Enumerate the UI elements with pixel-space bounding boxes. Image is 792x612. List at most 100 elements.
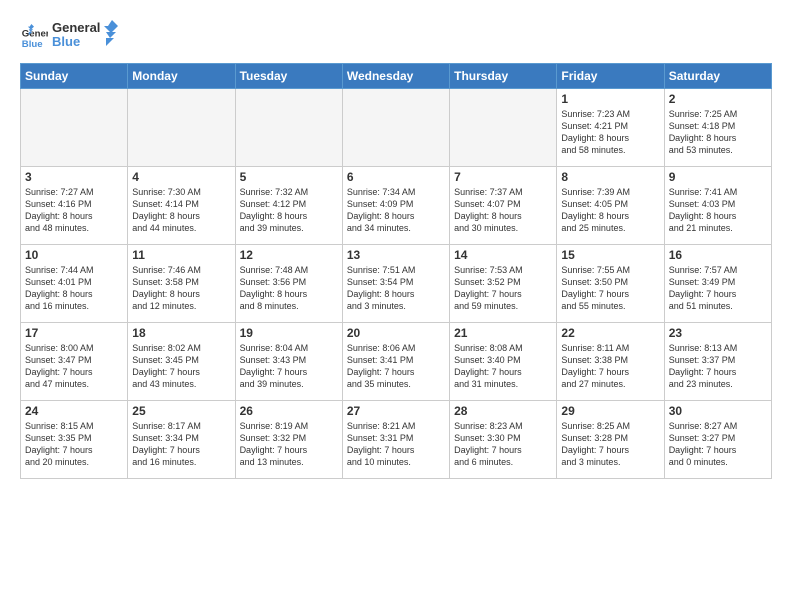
day-number: 17 <box>25 326 123 340</box>
calendar-cell: 6Sunrise: 7:34 AM Sunset: 4:09 PM Daylig… <box>342 167 449 245</box>
weekday-header-saturday: Saturday <box>664 64 771 89</box>
calendar-cell: 10 Sunrise: 7:44 AM Sunset: 4:01 PM Dayli… <box>21 245 128 323</box>
calendar-cell: 28 Sunrise: 8:23 AM Sunset: 3:30 PM Dayli… <box>450 401 557 479</box>
day-info: Sunrise: 8:08 AM Sunset: 3:40 PM Dayligh… <box>454 342 552 391</box>
svg-text:General: General <box>22 28 48 39</box>
weekday-header-row: SundayMondayTuesdayWednesdayThursdayFrid… <box>21 64 772 89</box>
calendar-cell: 13Sunrise: 7:51 AM Sunset: 3:54 PM Dayli… <box>342 245 449 323</box>
weekday-header-friday: Friday <box>557 64 664 89</box>
calendar-cell: 7 Sunrise: 7:37 AM Sunset: 4:07 PM Daylig… <box>450 167 557 245</box>
day-info: Sunrise: 7:55 AM Sunset: 3:50 PM Dayligh… <box>561 264 659 313</box>
day-number: 27 <box>347 404 445 418</box>
calendar-cell: 8Sunrise: 7:39 AM Sunset: 4:05 PM Daylig… <box>557 167 664 245</box>
weekday-header-monday: Monday <box>128 64 235 89</box>
calendar-week-1: 3 Sunrise: 7:27 AM Sunset: 4:16 PM Daylig… <box>21 167 772 245</box>
calendar-cell <box>235 89 342 167</box>
day-number: 7 <box>454 170 552 184</box>
calendar-week-2: 10 Sunrise: 7:44 AM Sunset: 4:01 PM Dayli… <box>21 245 772 323</box>
calendar-cell: 11 Sunrise: 7:46 AM Sunset: 3:58 PM Dayli… <box>128 245 235 323</box>
day-info: Sunrise: 8:11 AM Sunset: 3:38 PM Dayligh… <box>561 342 659 391</box>
calendar-cell: 27 Sunrise: 8:21 AM Sunset: 3:31 PM Dayli… <box>342 401 449 479</box>
day-number: 19 <box>240 326 338 340</box>
day-info: Sunrise: 7:57 AM Sunset: 3:49 PM Dayligh… <box>669 264 767 313</box>
day-info: Sunrise: 8:13 AM Sunset: 3:37 PM Dayligh… <box>669 342 767 391</box>
day-number: 21 <box>454 326 552 340</box>
calendar-cell: 19 Sunrise: 8:04 AM Sunset: 3:43 PM Dayli… <box>235 323 342 401</box>
logo-icon: General Blue <box>20 24 48 52</box>
day-info: Sunrise: 8:06 AM Sunset: 3:41 PM Dayligh… <box>347 342 445 391</box>
day-info: Sunrise: 7:48 AM Sunset: 3:56 PM Dayligh… <box>240 264 338 313</box>
day-number: 14 <box>454 248 552 262</box>
svg-text:General: General <box>52 20 100 35</box>
day-number: 15 <box>561 248 659 262</box>
day-number: 29 <box>561 404 659 418</box>
day-info: Sunrise: 7:37 AM Sunset: 4:07 PM Dayligh… <box>454 186 552 235</box>
weekday-header-tuesday: Tuesday <box>235 64 342 89</box>
calendar-cell <box>450 89 557 167</box>
logo: General Blue General Blue <box>20 18 122 57</box>
calendar-cell: 25Sunrise: 8:17 AM Sunset: 3:34 PM Dayli… <box>128 401 235 479</box>
day-info: Sunrise: 8:27 AM Sunset: 3:27 PM Dayligh… <box>669 420 767 469</box>
day-info: Sunrise: 8:21 AM Sunset: 3:31 PM Dayligh… <box>347 420 445 469</box>
calendar-cell: 1Sunrise: 7:23 AM Sunset: 4:21 PM Daylig… <box>557 89 664 167</box>
day-number: 11 <box>132 248 230 262</box>
calendar-cell: 18Sunrise: 8:02 AM Sunset: 3:45 PM Dayli… <box>128 323 235 401</box>
day-number: 4 <box>132 170 230 184</box>
calendar-cell: 3 Sunrise: 7:27 AM Sunset: 4:16 PM Daylig… <box>21 167 128 245</box>
calendar-cell: 16Sunrise: 7:57 AM Sunset: 3:49 PM Dayli… <box>664 245 771 323</box>
day-info: Sunrise: 8:23 AM Sunset: 3:30 PM Dayligh… <box>454 420 552 469</box>
calendar-week-0: 1Sunrise: 7:23 AM Sunset: 4:21 PM Daylig… <box>21 89 772 167</box>
calendar-body: 1Sunrise: 7:23 AM Sunset: 4:21 PM Daylig… <box>21 89 772 479</box>
day-info: Sunrise: 7:25 AM Sunset: 4:18 PM Dayligh… <box>669 108 767 157</box>
day-info: Sunrise: 7:46 AM Sunset: 3:58 PM Dayligh… <box>132 264 230 313</box>
calendar-cell <box>342 89 449 167</box>
day-number: 22 <box>561 326 659 340</box>
day-info: Sunrise: 7:51 AM Sunset: 3:54 PM Dayligh… <box>347 264 445 313</box>
calendar-cell: 14 Sunrise: 7:53 AM Sunset: 3:52 PM Dayli… <box>450 245 557 323</box>
day-number: 3 <box>25 170 123 184</box>
svg-text:Blue: Blue <box>52 34 80 49</box>
day-number: 2 <box>669 92 767 106</box>
day-info: Sunrise: 8:02 AM Sunset: 3:45 PM Dayligh… <box>132 342 230 391</box>
day-number: 9 <box>669 170 767 184</box>
calendar-week-4: 24Sunrise: 8:15 AM Sunset: 3:35 PM Dayli… <box>21 401 772 479</box>
day-info: Sunrise: 7:39 AM Sunset: 4:05 PM Dayligh… <box>561 186 659 235</box>
calendar-cell: 20Sunrise: 8:06 AM Sunset: 3:41 PM Dayli… <box>342 323 449 401</box>
day-number: 5 <box>240 170 338 184</box>
day-info: Sunrise: 8:25 AM Sunset: 3:28 PM Dayligh… <box>561 420 659 469</box>
day-info: Sunrise: 7:27 AM Sunset: 4:16 PM Dayligh… <box>25 186 123 235</box>
day-info: Sunrise: 8:15 AM Sunset: 3:35 PM Dayligh… <box>25 420 123 469</box>
day-info: Sunrise: 7:41 AM Sunset: 4:03 PM Dayligh… <box>669 186 767 235</box>
day-info: Sunrise: 8:04 AM Sunset: 3:43 PM Dayligh… <box>240 342 338 391</box>
svg-text:Blue: Blue <box>22 38 43 49</box>
calendar-cell: 9 Sunrise: 7:41 AM Sunset: 4:03 PM Daylig… <box>664 167 771 245</box>
weekday-header-wednesday: Wednesday <box>342 64 449 89</box>
day-info: Sunrise: 7:53 AM Sunset: 3:52 PM Dayligh… <box>454 264 552 313</box>
calendar-week-3: 17 Sunrise: 8:00 AM Sunset: 3:47 PM Dayli… <box>21 323 772 401</box>
calendar-cell: 30 Sunrise: 8:27 AM Sunset: 3:27 PM Dayli… <box>664 401 771 479</box>
calendar-cell: 4 Sunrise: 7:30 AM Sunset: 4:14 PM Daylig… <box>128 167 235 245</box>
calendar-cell: 17 Sunrise: 8:00 AM Sunset: 3:47 PM Dayli… <box>21 323 128 401</box>
day-number: 28 <box>454 404 552 418</box>
day-number: 30 <box>669 404 767 418</box>
calendar-table: SundayMondayTuesdayWednesdayThursdayFrid… <box>20 63 772 479</box>
day-number: 23 <box>669 326 767 340</box>
day-info: Sunrise: 7:34 AM Sunset: 4:09 PM Dayligh… <box>347 186 445 235</box>
calendar-cell: 23 Sunrise: 8:13 AM Sunset: 3:37 PM Dayli… <box>664 323 771 401</box>
day-info: Sunrise: 7:32 AM Sunset: 4:12 PM Dayligh… <box>240 186 338 235</box>
day-number: 26 <box>240 404 338 418</box>
day-info: Sunrise: 8:00 AM Sunset: 3:47 PM Dayligh… <box>25 342 123 391</box>
calendar-cell: 12 Sunrise: 7:48 AM Sunset: 3:56 PM Dayli… <box>235 245 342 323</box>
header: General Blue General Blue <box>20 18 772 57</box>
day-number: 10 <box>25 248 123 262</box>
calendar-cell: 22 Sunrise: 8:11 AM Sunset: 3:38 PM Dayli… <box>557 323 664 401</box>
weekday-header-thursday: Thursday <box>450 64 557 89</box>
day-info: Sunrise: 7:30 AM Sunset: 4:14 PM Dayligh… <box>132 186 230 235</box>
calendar-cell <box>21 89 128 167</box>
day-info: Sunrise: 7:44 AM Sunset: 4:01 PM Dayligh… <box>25 264 123 313</box>
calendar-cell: 15 Sunrise: 7:55 AM Sunset: 3:50 PM Dayli… <box>557 245 664 323</box>
calendar-cell: 2 Sunrise: 7:25 AM Sunset: 4:18 PM Daylig… <box>664 89 771 167</box>
calendar-cell: 26Sunrise: 8:19 AM Sunset: 3:32 PM Dayli… <box>235 401 342 479</box>
day-number: 12 <box>240 248 338 262</box>
calendar-cell: 24Sunrise: 8:15 AM Sunset: 3:35 PM Dayli… <box>21 401 128 479</box>
